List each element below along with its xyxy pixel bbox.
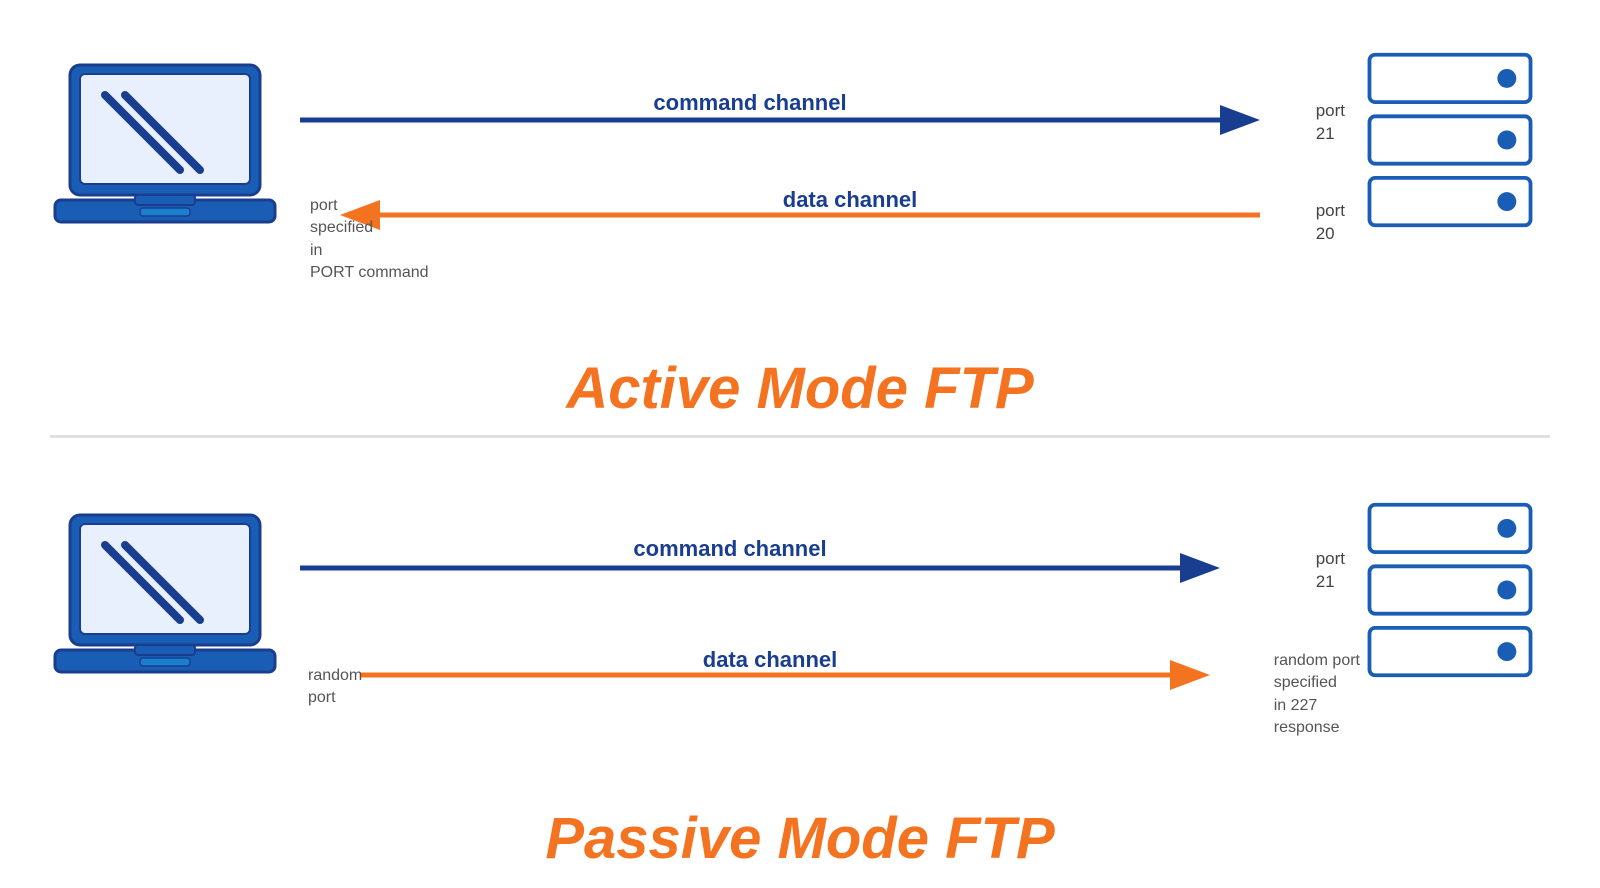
passive-laptop [50, 510, 280, 695]
passive-mode-section: command channel port 21 data channel ran… [0, 450, 1600, 880]
passive-server [1360, 500, 1540, 685]
active-mode-title: Active Mode FTP [0, 355, 1600, 422]
svg-text:command channel: command channel [653, 90, 846, 115]
active-laptop [50, 60, 280, 245]
active-command-arrow: command channel [300, 80, 1280, 140]
passive-server-port-label: random port specified in 227 response [1274, 650, 1360, 740]
passive-port21-label: port 21 [1316, 548, 1345, 594]
passive-client-port-label: random port [308, 665, 362, 710]
passive-mode-title: Passive Mode FTP [0, 805, 1600, 872]
svg-text:data channel: data channel [783, 187, 917, 212]
active-port20-label: port 20 [1316, 200, 1345, 246]
svg-text:command channel: command channel [633, 536, 826, 561]
section-divider [50, 435, 1550, 438]
passive-data-arrow: data channel [300, 645, 1280, 705]
active-data-arrow: data channel [300, 185, 1280, 245]
active-port21-label: port 21 [1316, 100, 1345, 146]
active-client-port-label: port specified in PORT command [310, 195, 429, 285]
active-server [1360, 50, 1540, 235]
active-mode-section: command channel port 21 data channel por… [0, 0, 1600, 430]
svg-text:data channel: data channel [703, 647, 837, 672]
passive-command-arrow: command channel [300, 528, 1280, 588]
